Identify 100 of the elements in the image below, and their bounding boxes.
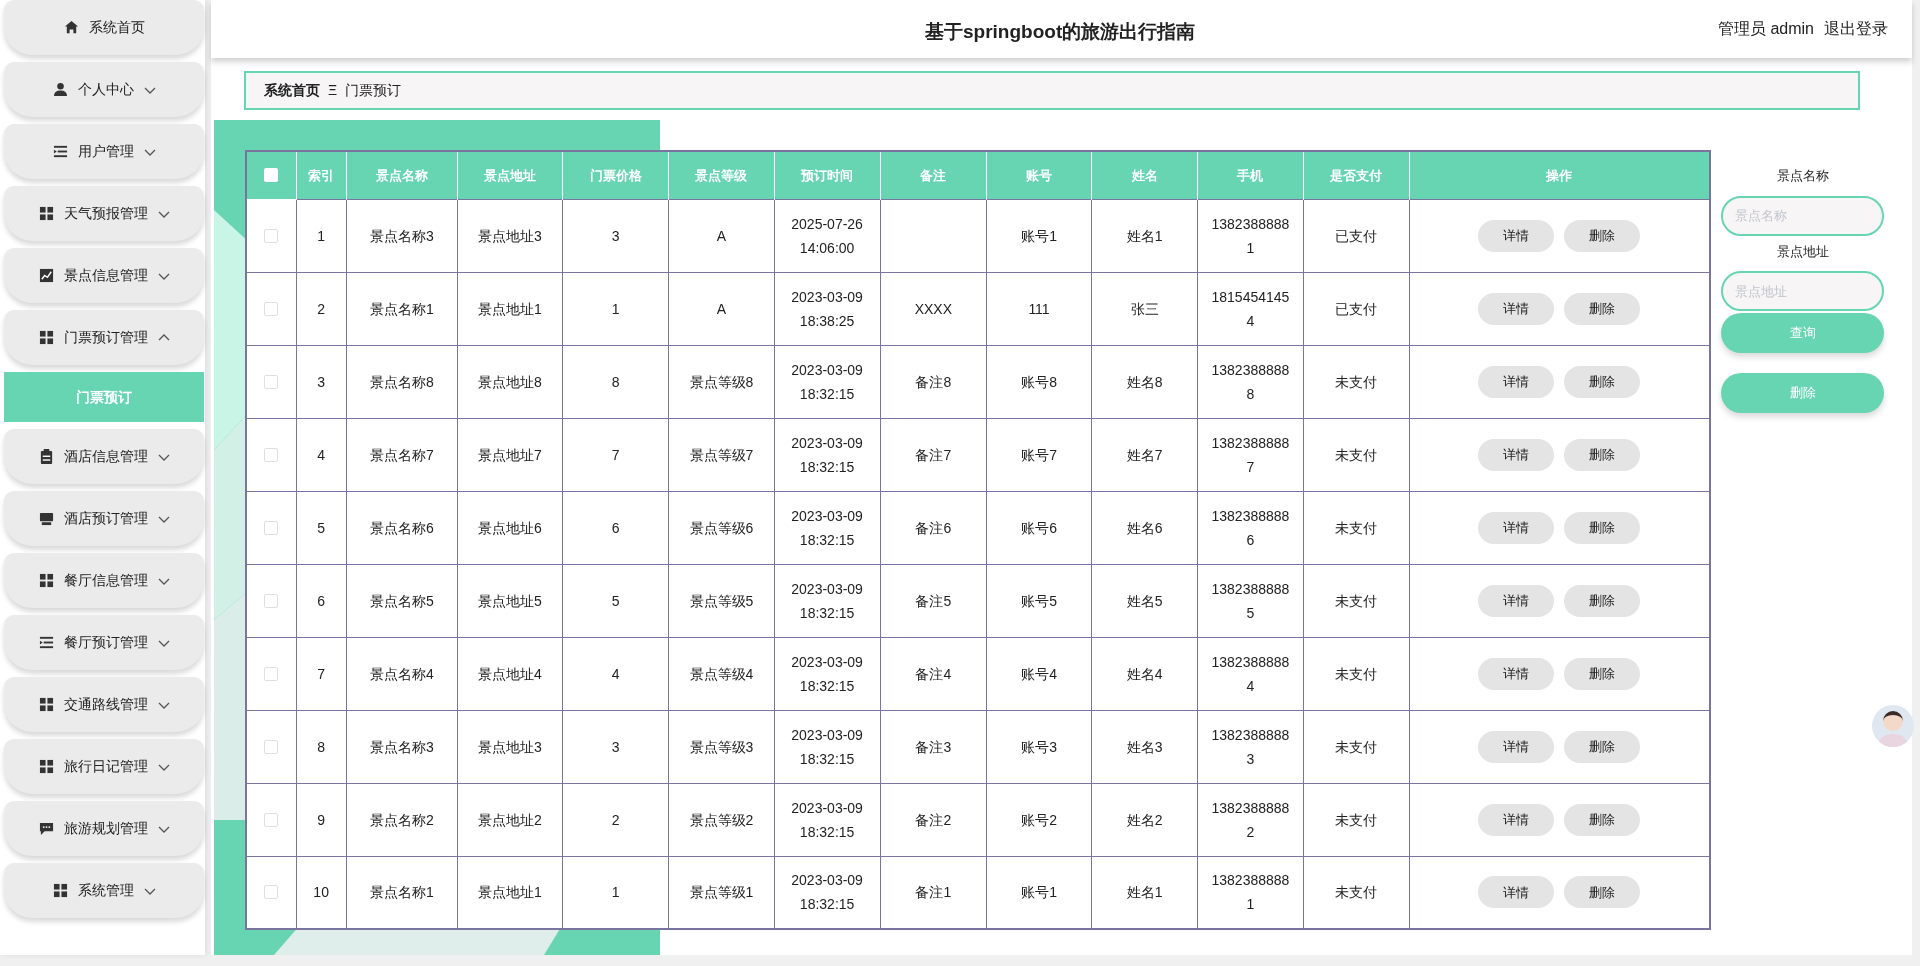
- delete-button[interactable]: 删除: [1564, 438, 1641, 471]
- table-cell: 备注3: [915, 738, 952, 755]
- grid-icon: [52, 883, 68, 898]
- sidebar-item[interactable]: 用户管理: [4, 124, 204, 179]
- table-cell: 账号2: [1021, 811, 1057, 828]
- sidebar-item[interactable]: 天气预报管理: [4, 186, 204, 241]
- table-cell: 景点等级7: [689, 446, 754, 463]
- table-cell: 姓名6: [1126, 519, 1163, 536]
- table-cell-text: 2023-03-09 18:32:15: [790, 360, 864, 404]
- avatar-icon[interactable]: [1872, 705, 1914, 747]
- sidebar-item[interactable]: 旅行日记管理: [4, 739, 204, 794]
- details-button[interactable]: 详情: [1478, 511, 1555, 544]
- delete-button[interactable]: 删除: [1564, 584, 1641, 617]
- breadcrumb-separator: Ξ: [328, 81, 338, 100]
- table-cell-text: 13823888881: [1210, 214, 1291, 258]
- table-cell: 账号1: [1021, 227, 1057, 244]
- table-cell: 景点等级6: [689, 519, 754, 536]
- sidebar-item[interactable]: 酒店预订管理: [4, 491, 204, 546]
- table-cell-text: 2025-07-26 14:06:00: [790, 214, 864, 258]
- row-checkbox[interactable]: [264, 666, 279, 681]
- sidebar-item[interactable]: 餐厅预订管理: [4, 615, 204, 670]
- table-cell: 景点名称3: [369, 738, 434, 755]
- grid-icon: [38, 759, 54, 774]
- delete-button[interactable]: 删除: [1564, 657, 1641, 690]
- table-cell: 景点等级1: [689, 884, 754, 901]
- logout-link[interactable]: 退出登录: [1824, 17, 1888, 41]
- details-button[interactable]: 详情: [1478, 803, 1555, 836]
- row-checkbox[interactable]: [264, 374, 279, 389]
- table-cell: 景点名称3: [369, 227, 434, 244]
- table-cell-text: 13823888882: [1210, 798, 1291, 842]
- delete-button[interactable]: 删除: [1564, 803, 1641, 836]
- table-cell: 4: [317, 446, 326, 463]
- row-checkbox[interactable]: [264, 593, 279, 608]
- table-cell-text: 13823888881: [1210, 871, 1291, 915]
- row-checkbox[interactable]: [264, 447, 279, 462]
- list-icon: [52, 144, 68, 159]
- table-cell: 备注1: [915, 884, 952, 901]
- table-cell: 景点地址1: [478, 300, 542, 317]
- delete-button[interactable]: 删除: [1564, 876, 1641, 909]
- table-cell-text: 2023-03-09 18:32:15: [790, 871, 864, 915]
- table-cell-text: 13823888885: [1210, 579, 1291, 623]
- home-icon: [63, 20, 79, 35]
- table-cell: 景点地址4: [478, 665, 542, 682]
- sidebar-item[interactable]: 交通路线管理: [4, 677, 204, 732]
- table-cell: 景点名称4: [369, 665, 434, 682]
- table-cell: 景点名称7: [369, 446, 434, 463]
- sidebar-item[interactable]: 餐厅信息管理: [4, 553, 204, 608]
- table-cell: 景点名称6: [369, 519, 434, 536]
- sidebar-item[interactable]: 系统首页: [4, 0, 204, 55]
- sidebar-item[interactable]: 旅游规划管理: [4, 801, 204, 856]
- table-cell: 景点名称2: [369, 811, 434, 828]
- row-checkbox[interactable]: [264, 301, 279, 316]
- delete-button[interactable]: 删除: [1564, 219, 1641, 252]
- table-cell: 未支付: [1335, 519, 1378, 536]
- delete-button[interactable]: 删除: [1564, 365, 1641, 398]
- details-button[interactable]: 详情: [1478, 584, 1555, 617]
- table-cell: 景点名称5: [369, 592, 434, 609]
- row-checkbox[interactable]: [264, 812, 279, 827]
- delete-button[interactable]: 删除: [1564, 292, 1641, 325]
- table-cell: 未支付: [1335, 665, 1378, 682]
- table-cell: 备注7: [915, 446, 952, 463]
- table-cell: 景点地址5: [478, 592, 542, 609]
- row-checkbox[interactable]: [264, 885, 279, 900]
- table-cell: 姓名2: [1126, 811, 1163, 828]
- details-button[interactable]: 详情: [1478, 876, 1555, 909]
- table-cell: 2: [317, 300, 326, 317]
- sidebar-item[interactable]: 门票预订管理: [4, 310, 204, 365]
- details-button[interactable]: 详情: [1478, 657, 1555, 690]
- select-all-checkbox[interactable]: [264, 168, 279, 183]
- details-button[interactable]: 详情: [1478, 730, 1555, 763]
- details-button[interactable]: 详情: [1478, 292, 1555, 325]
- table-cell: 景点地址1: [478, 884, 542, 901]
- table-cell: 姓名4: [1126, 665, 1163, 682]
- details-button[interactable]: 详情: [1478, 438, 1555, 471]
- table-cell-text: 13823888886: [1210, 506, 1291, 550]
- delete-button[interactable]: 删除: [1564, 730, 1641, 763]
- breadcrumb-link[interactable]: 系统首页: [264, 80, 320, 101]
- sidebar-item[interactable]: 景点信息管理: [4, 248, 204, 303]
- sidebar-item[interactable]: 个人中心: [4, 62, 204, 117]
- details-button[interactable]: 详情: [1478, 219, 1555, 252]
- table-cell: 6: [317, 592, 326, 609]
- table-cell: 1: [317, 227, 326, 244]
- row-checkbox[interactable]: [264, 520, 279, 535]
- sidebar-item[interactable]: 系统管理: [4, 863, 204, 918]
- table-cell: 景点地址7: [478, 446, 542, 463]
- details-button[interactable]: 详情: [1478, 365, 1555, 398]
- table-cell: 景点等级5: [689, 592, 754, 609]
- table-cell: 备注8: [915, 373, 952, 390]
- table-cell: XXXX: [914, 300, 952, 317]
- table-cell: 7: [611, 446, 620, 463]
- table-cell: 张三: [1130, 300, 1159, 317]
- sidebar-item[interactable]: 酒店信息管理: [4, 429, 204, 484]
- row-checkbox[interactable]: [264, 739, 279, 754]
- table-cell-text: 13823888887: [1210, 433, 1291, 477]
- row-checkbox[interactable]: [264, 228, 279, 243]
- table-cell: 景点等级3: [689, 738, 754, 755]
- table-cell: 账号4: [1021, 665, 1057, 682]
- table-cell: 备注5: [915, 592, 952, 609]
- delete-button[interactable]: 删除: [1564, 511, 1641, 544]
- table-cell: 未支付: [1335, 373, 1378, 390]
